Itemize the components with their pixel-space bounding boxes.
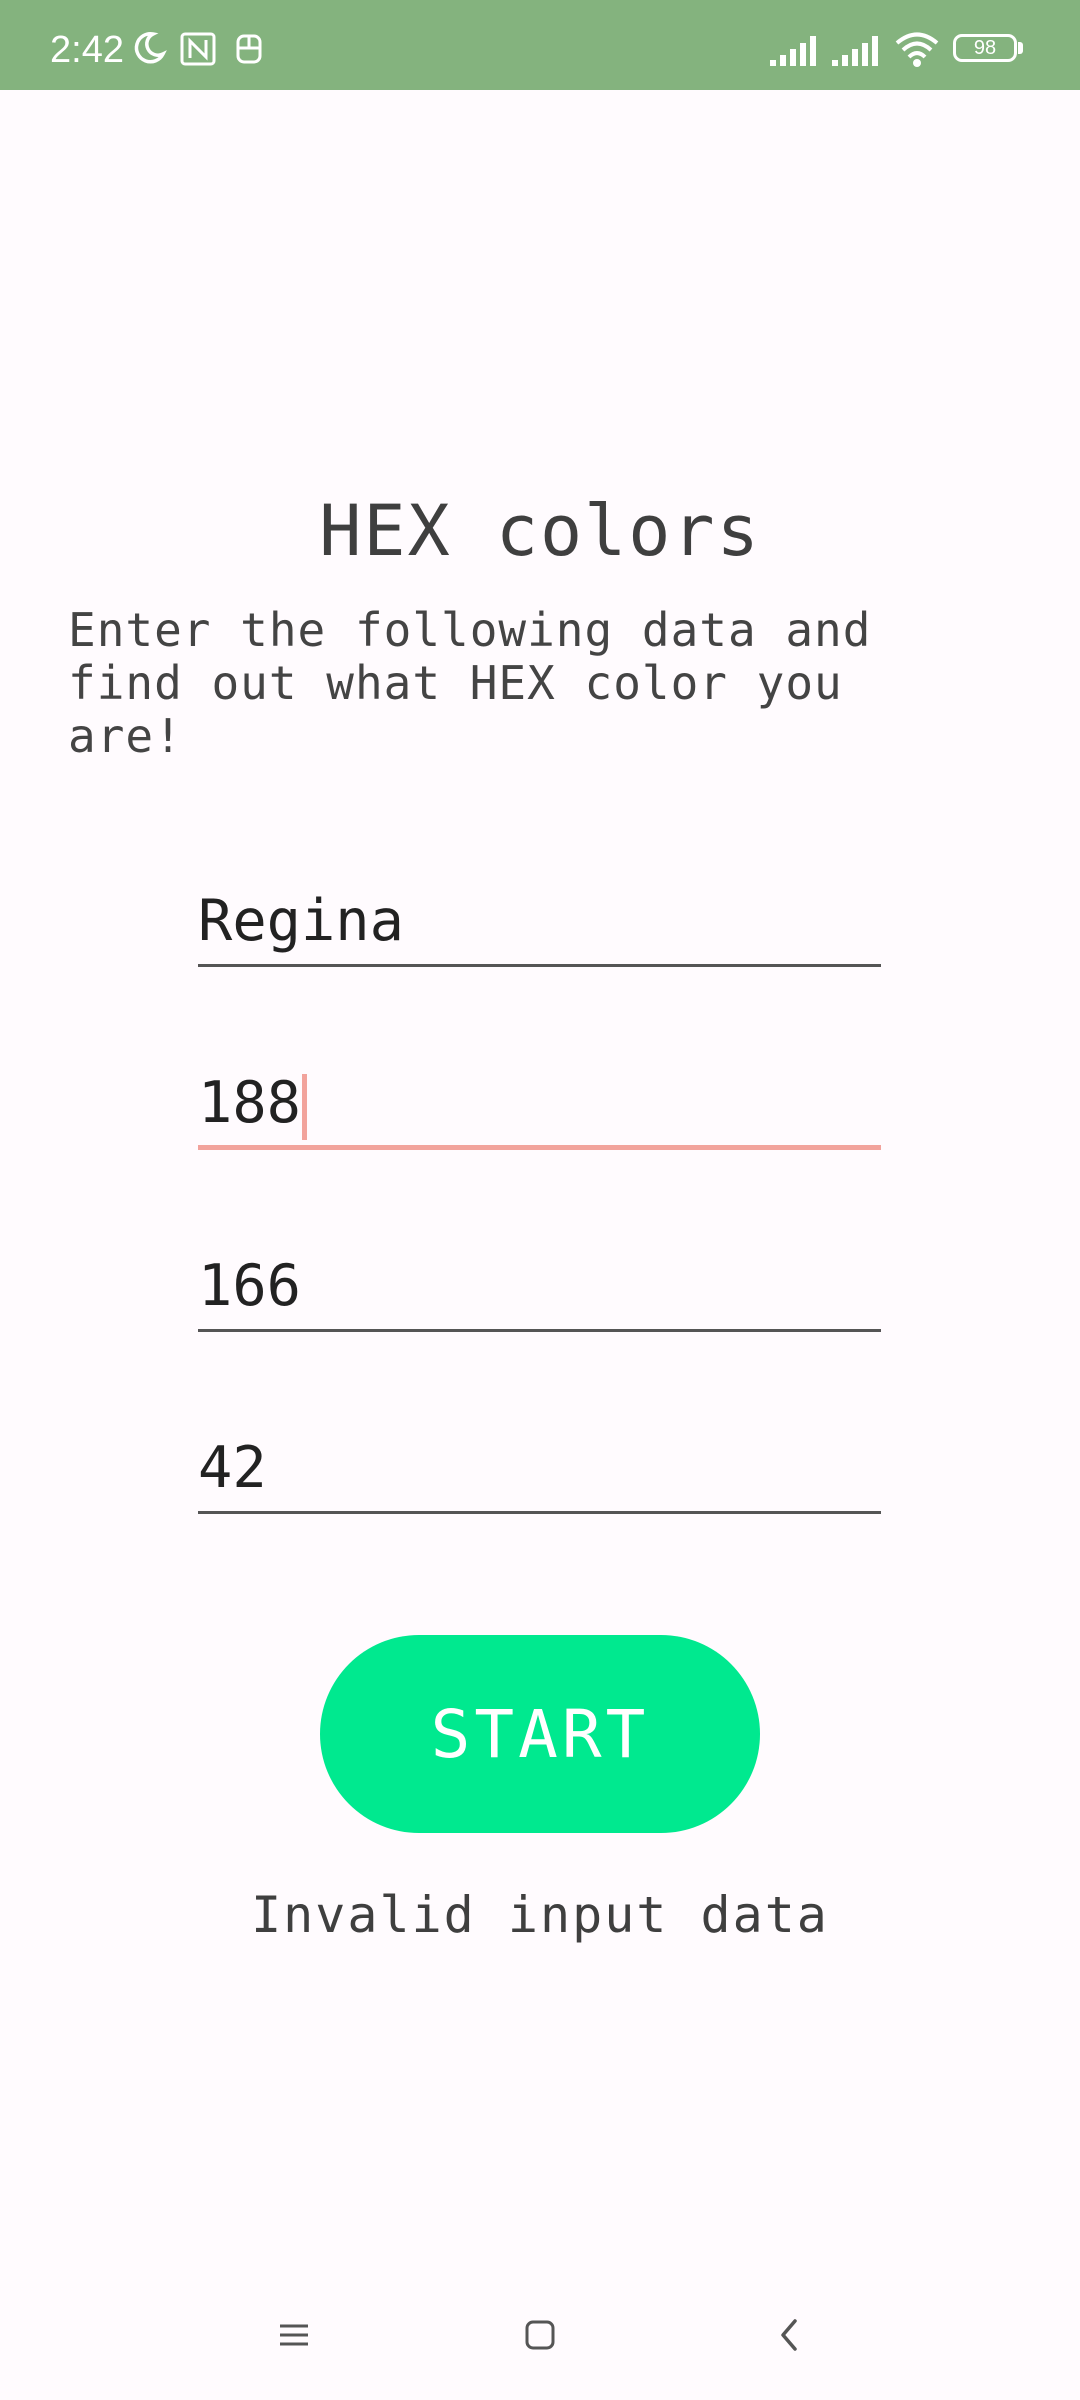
value-1-input[interactable] <box>198 1060 881 1145</box>
home-button[interactable] <box>500 2300 580 2370</box>
status-bar: 2:42 98 <box>0 0 1080 90</box>
signal-icon <box>770 36 816 66</box>
moon-icon <box>134 32 167 64</box>
home-icon <box>525 2320 555 2350</box>
status-time: 2:42 <box>50 29 124 71</box>
battery-level: 98 <box>973 37 997 59</box>
start-button[interactable]: START <box>320 1635 760 1833</box>
accessibility-icon <box>236 34 262 64</box>
value-2-field <box>198 1242 881 1332</box>
back-button[interactable] <box>750 2300 830 2370</box>
text-cursor <box>302 1074 307 1140</box>
error-message: Invalid input data <box>251 1886 829 1944</box>
nfc-icon <box>180 32 216 66</box>
menu-button[interactable] <box>254 2300 334 2370</box>
page-subtitle: Enter the following data and find out wh… <box>68 603 872 763</box>
value-1-field <box>198 1060 881 1150</box>
navigation-bar <box>0 2270 1080 2400</box>
signal-icon <box>832 36 878 66</box>
back-icon <box>781 2319 797 2351</box>
page-title: HEX colors <box>319 490 761 572</box>
battery-tip <box>1018 42 1023 54</box>
name-input[interactable] <box>198 877 881 964</box>
name-field <box>198 877 881 967</box>
battery-icon: 98 <box>953 34 1017 62</box>
value-3-field <box>198 1424 881 1514</box>
value-2-input[interactable] <box>198 1242 881 1329</box>
wifi-icon <box>895 32 939 67</box>
value-3-input[interactable] <box>198 1424 881 1511</box>
menu-icon <box>280 2324 308 2346</box>
